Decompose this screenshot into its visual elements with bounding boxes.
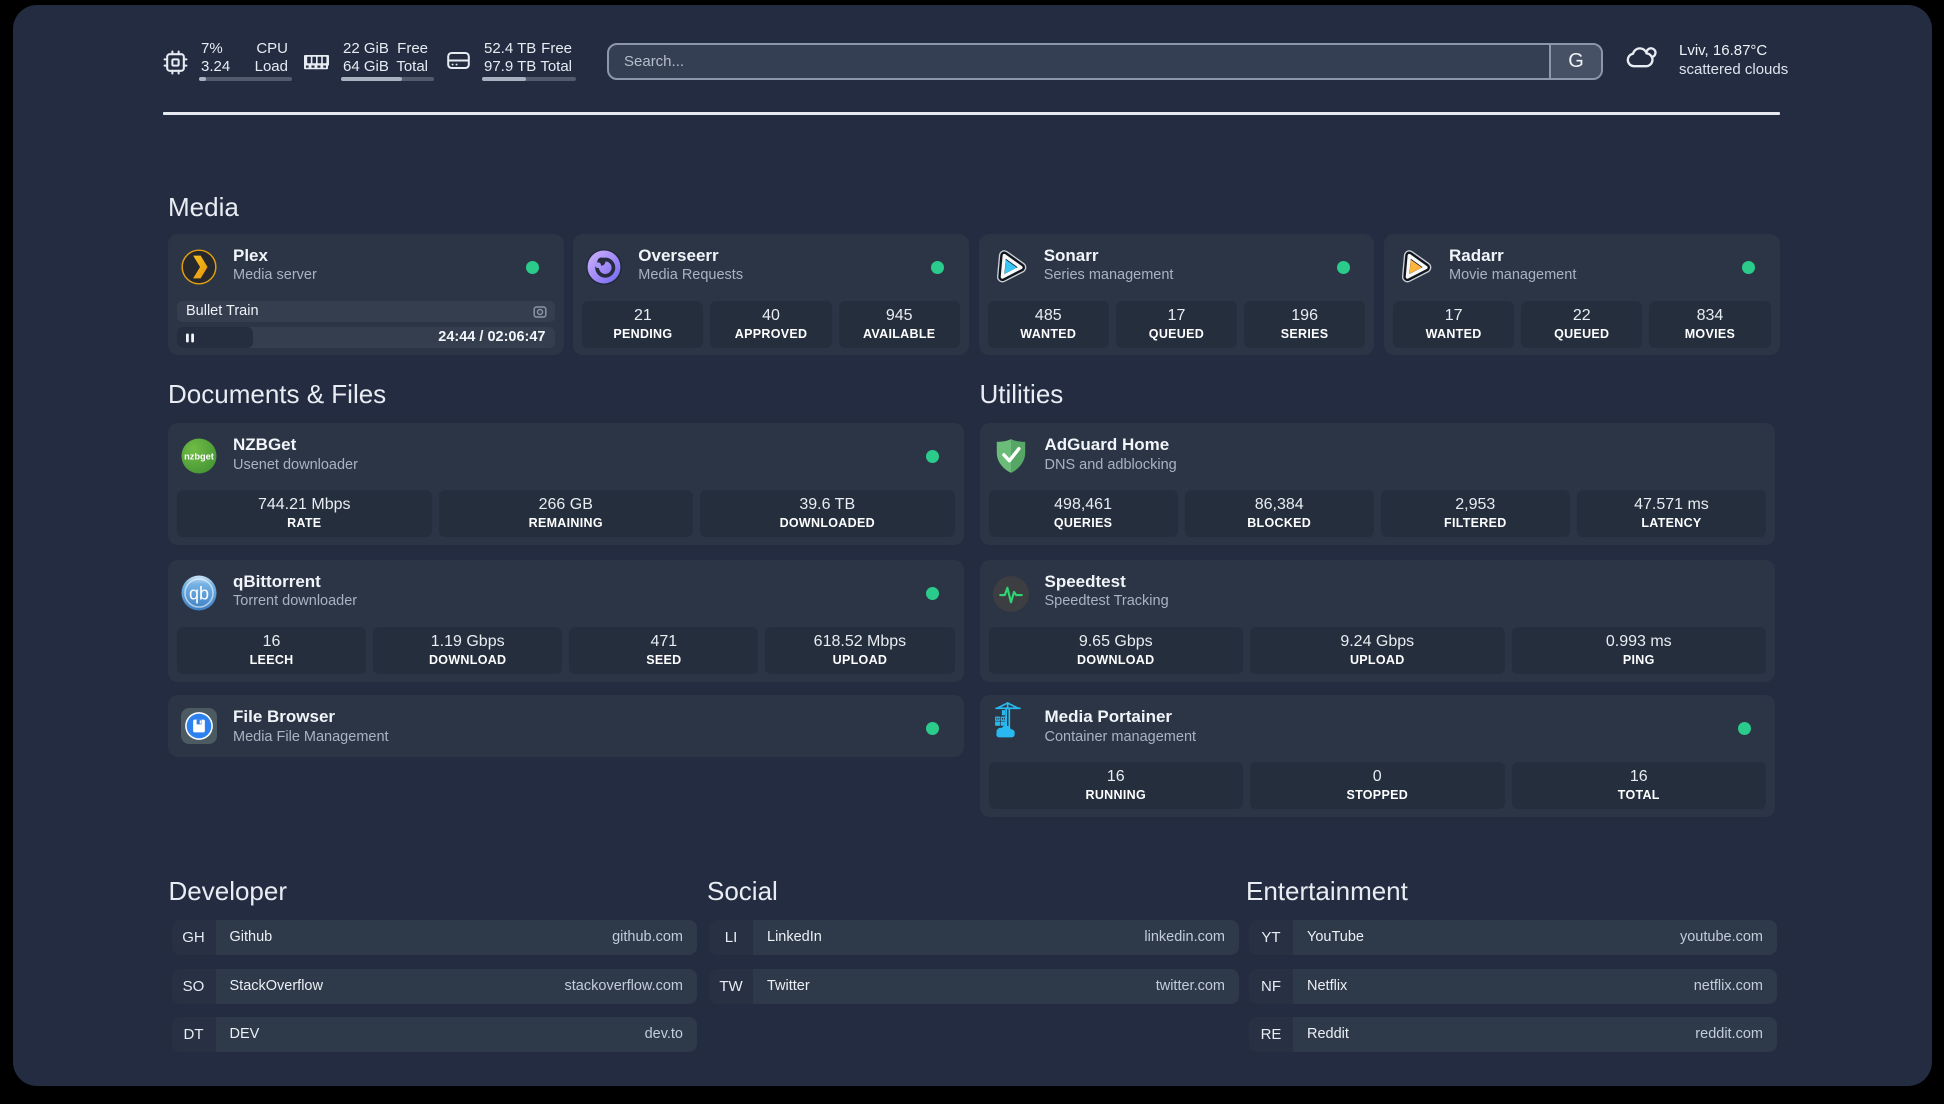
svg-text:nzbget: nzbget [184, 452, 214, 462]
svg-text:qb: qb [189, 583, 209, 603]
